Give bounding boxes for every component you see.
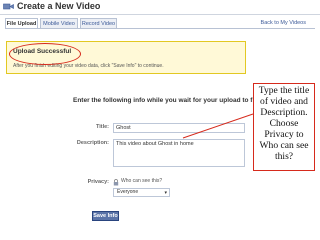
- privacy-caption: Who can see this?: [121, 178, 163, 184]
- callout-text: Type the title of video and Description.…: [258, 85, 310, 162]
- back-to-my-videos-link[interactable]: Back to My Videos: [261, 20, 306, 26]
- highlight-ellipse: [9, 43, 81, 65]
- tab-underline: [5, 28, 315, 29]
- header-divider: [0, 14, 320, 15]
- instruction-callout: Type the title of video and Description.…: [253, 83, 315, 171]
- chevron-down-icon: ▾: [164, 190, 167, 196]
- page-header: Create a New Video: [0, 0, 320, 14]
- save-info-button[interactable]: Save Info: [92, 211, 119, 221]
- privacy-select[interactable]: Everyone ▾: [113, 188, 170, 197]
- video-camera-icon: [3, 3, 14, 10]
- form-heading: Enter the following info while you wait …: [73, 97, 270, 104]
- description-textarea[interactable]: This video about Ghost in home: [113, 139, 245, 167]
- tab-record-video[interactable]: Record Video: [80, 18, 117, 28]
- description-label: Description:: [76, 140, 109, 146]
- tab-mobile-video[interactable]: Mobile Video: [40, 18, 78, 28]
- page-title: Create a New Video: [17, 1, 101, 11]
- privacy-label: Privacy:: [87, 179, 109, 185]
- title-label: Title:: [95, 124, 109, 130]
- privacy-selected-value: Everyone: [117, 189, 139, 195]
- title-input[interactable]: Ghost: [113, 123, 245, 133]
- lock-icon: [113, 179, 119, 186]
- tab-file-upload[interactable]: File Upload: [5, 18, 38, 28]
